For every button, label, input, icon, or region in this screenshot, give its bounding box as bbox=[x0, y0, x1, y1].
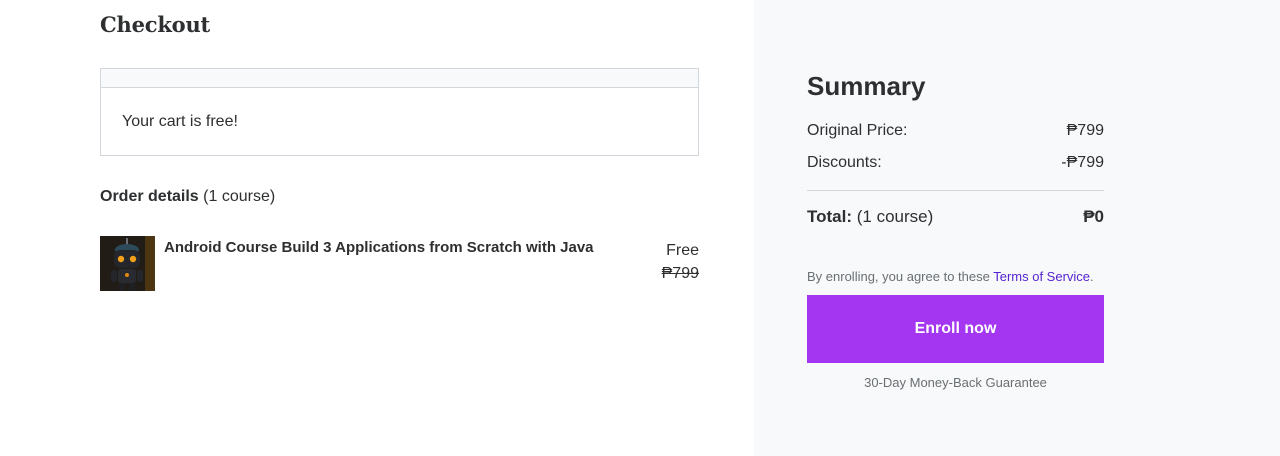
order-details-count: (1 course) bbox=[203, 188, 276, 205]
enroll-now-button[interactable]: Enroll now bbox=[807, 295, 1104, 363]
total-row: Total: (1 course) ₱0 bbox=[807, 207, 1104, 227]
original-price-row: Original Price: ₱799 bbox=[807, 122, 1104, 140]
cart-box-header bbox=[101, 69, 698, 88]
course-price: Free ₱799 bbox=[662, 239, 699, 285]
discounts-value: -₱799 bbox=[1061, 154, 1104, 171]
terms-suffix: . bbox=[1090, 269, 1094, 284]
robot-thumbnail-icon bbox=[100, 236, 155, 291]
discounts-label: Discounts: bbox=[807, 154, 882, 171]
summary-title: Summary bbox=[807, 71, 926, 101]
checkout-main: Checkout Your cart is free! Order detail… bbox=[0, 0, 754, 456]
terms-of-service-link[interactable]: Terms of Service bbox=[993, 269, 1090, 284]
course-price-original: ₱799 bbox=[661, 265, 699, 282]
course-item: Android Course Build 3 Applications from… bbox=[100, 236, 699, 292]
total-count: (1 course) bbox=[856, 207, 934, 226]
summary-panel: Summary Original Price: ₱799 Discounts: … bbox=[754, 0, 1280, 456]
course-price-current: Free bbox=[666, 242, 699, 259]
total-value: ₱0 bbox=[1083, 207, 1104, 226]
terms-notice: By enrolling, you agree to these Terms o… bbox=[807, 269, 1094, 284]
checkout-page: Checkout Your cart is free! Order detail… bbox=[0, 0, 1280, 456]
original-price-value: ₱799 bbox=[1066, 122, 1104, 139]
money-back-guarantee: 30-Day Money-Back Guarantee bbox=[864, 375, 1047, 390]
cart-box: Your cart is free! bbox=[100, 68, 699, 156]
summary-divider bbox=[807, 190, 1104, 191]
course-title-link[interactable]: Android Course Build 3 Applications from… bbox=[164, 236, 604, 259]
terms-prefix: By enrolling, you agree to these bbox=[807, 269, 994, 284]
course-thumbnail[interactable] bbox=[100, 236, 155, 291]
discounts-row: Discounts: -₱799 bbox=[807, 154, 1104, 172]
order-details-heading: Order details (1 course) bbox=[100, 188, 275, 206]
cart-message: Your cart is free! bbox=[122, 113, 238, 130]
order-details-label: Order details bbox=[100, 188, 199, 205]
original-price-label: Original Price: bbox=[807, 122, 908, 139]
total-label: Total: bbox=[807, 207, 853, 226]
page-title: Checkout bbox=[100, 12, 211, 37]
